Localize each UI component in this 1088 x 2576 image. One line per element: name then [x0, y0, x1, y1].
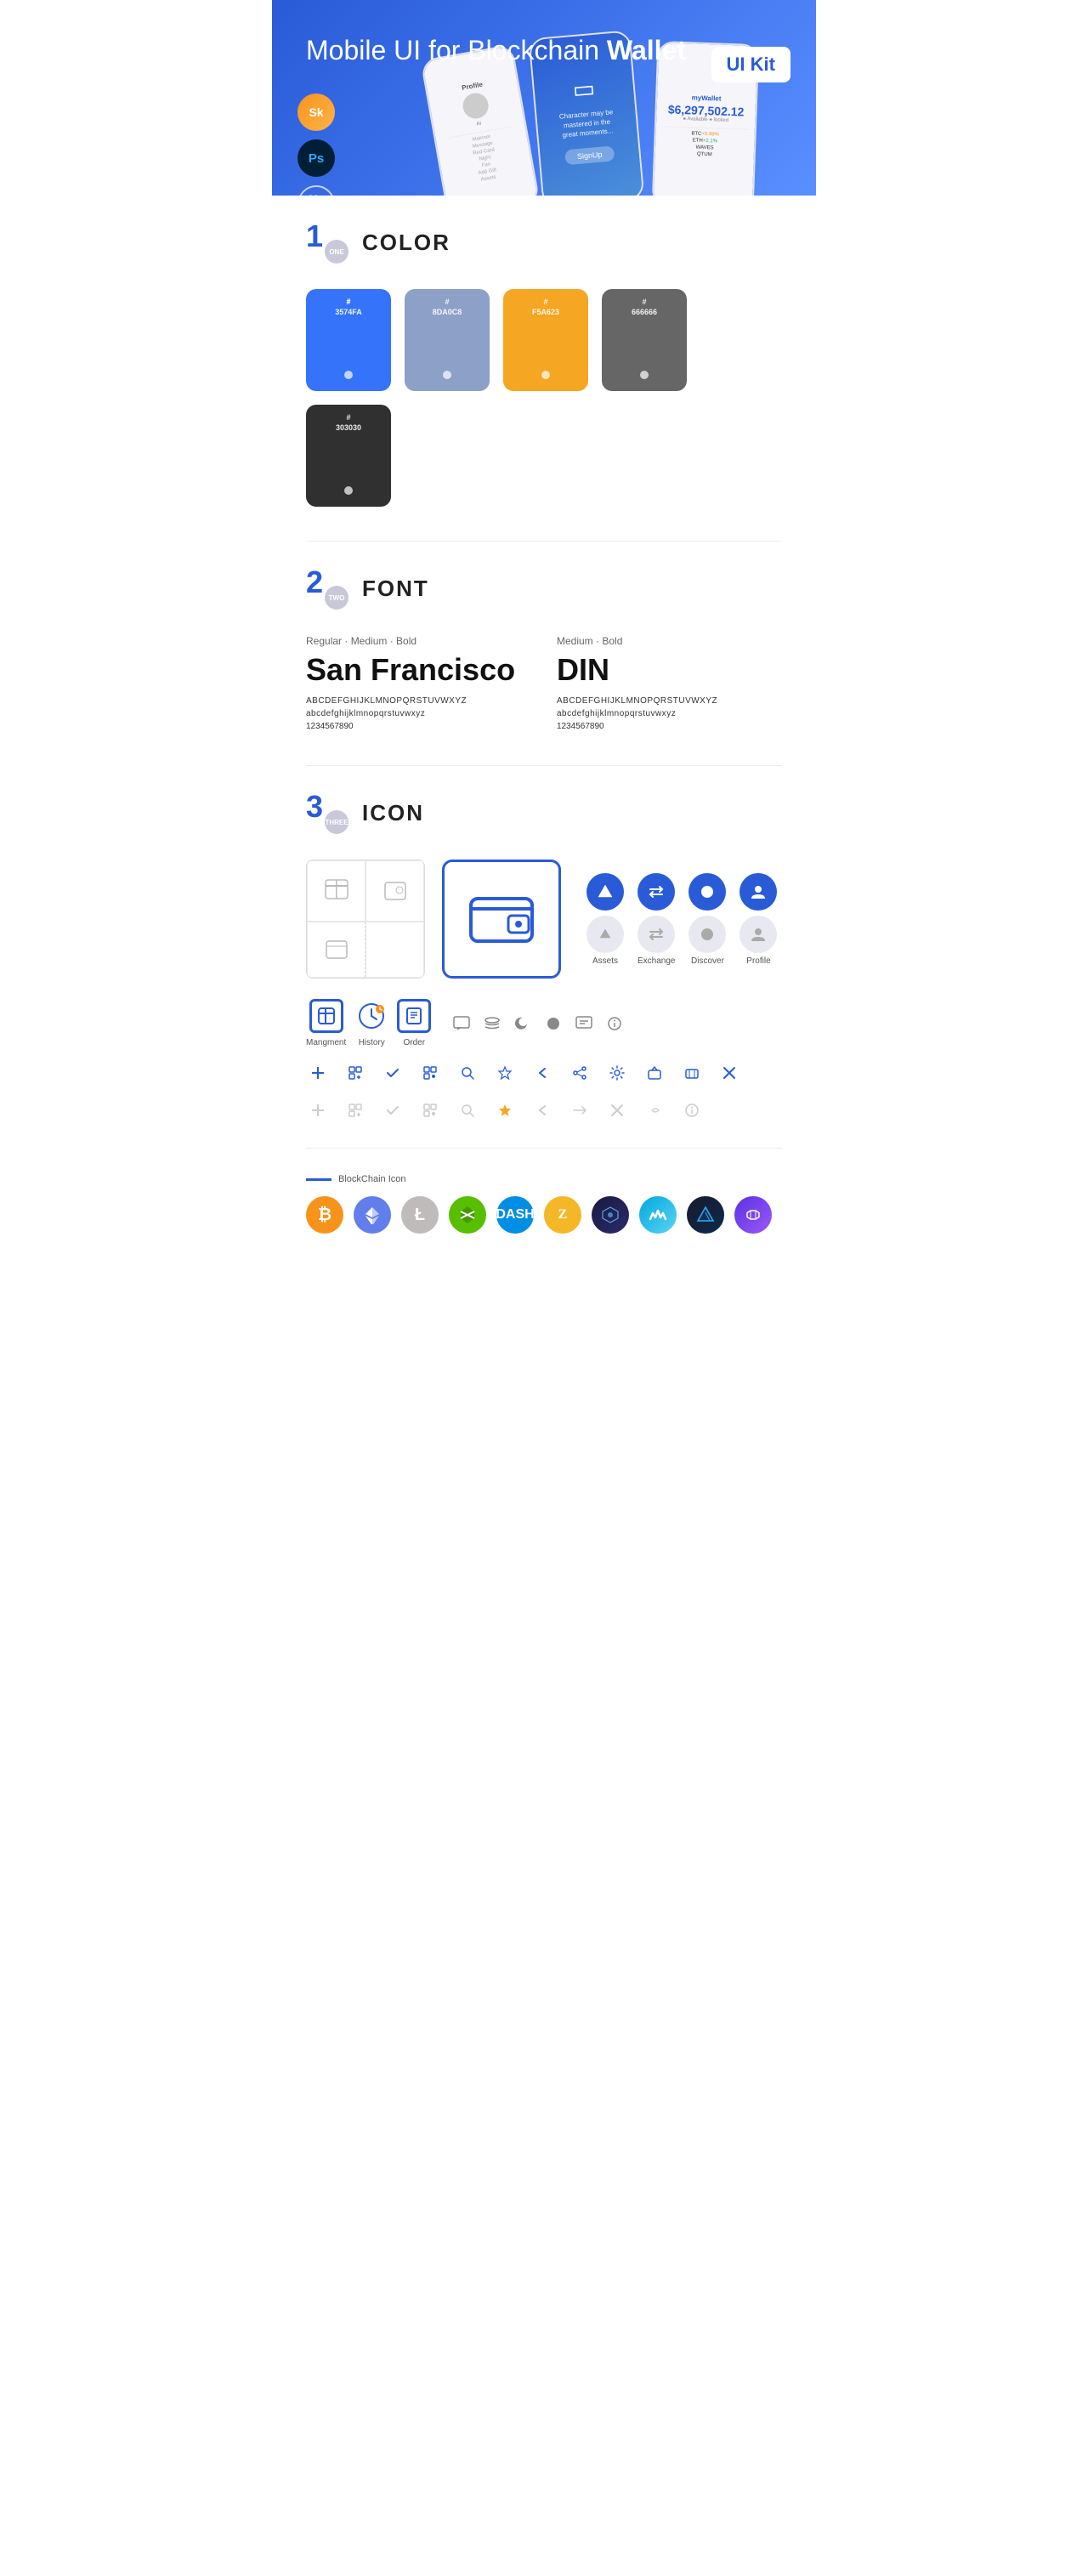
qr-code-icon [418, 1061, 442, 1085]
info-icon [603, 1012, 626, 1036]
neo-icon [449, 1196, 486, 1234]
main-content: 1 ONE COLOR # #3574FA #8DA0C8 #F [272, 196, 816, 1285]
nav-icons-group: Assets [586, 873, 777, 966]
circle-icon [541, 1012, 565, 1036]
assets-label: Assets [592, 956, 618, 966]
misc-icons-row [450, 1012, 626, 1036]
waves-icon [639, 1196, 677, 1234]
icon-cell-tl [307, 860, 366, 922]
chat-icon [572, 1012, 596, 1036]
section-num-3: 3 THREE [306, 792, 348, 834]
hero-section: Mobile UI for Blockchain Wallet UI Kit S… [272, 0, 816, 196]
zcash-icon: Z [544, 1196, 581, 1234]
resize-icon [680, 1061, 704, 1085]
color-section: 1 ONE COLOR # #3574FA #8DA0C8 #F [306, 221, 782, 507]
settings-icon [605, 1061, 629, 1085]
layers-icon [480, 1012, 504, 1036]
info-icon-faded [680, 1098, 704, 1122]
font-section-header: 2 TWO FONT [306, 567, 782, 610]
section-num-1: 1 ONE [306, 221, 348, 264]
arrows-icon-faded [568, 1098, 592, 1122]
tab-history: History [354, 999, 388, 1047]
icon-cell-br [366, 922, 424, 978]
star-icon-active [493, 1098, 517, 1122]
swatch-orange: #F5A623 [503, 289, 588, 391]
profile-label: Profile [746, 956, 770, 966]
nav-icon-profile: Profile [740, 873, 777, 966]
blockchain-label: BlockChain Icon [338, 1174, 406, 1184]
moon-icon [511, 1012, 535, 1036]
comment-icon [450, 1012, 473, 1036]
nav-icon-exchange: Exchange [638, 873, 675, 966]
history-label: History [359, 1038, 385, 1047]
icon-cell-tr [366, 860, 424, 922]
litecoin-icon: Ł [401, 1196, 439, 1234]
kyber-icon [687, 1196, 724, 1234]
check-icon [381, 1061, 405, 1085]
polygon-icon [734, 1196, 772, 1234]
section-num-2: 2 TWO [306, 567, 348, 610]
search-icon-faded [456, 1098, 479, 1122]
grid-add-icon-faded [343, 1098, 367, 1122]
grid-crypto-icon [592, 1196, 629, 1234]
font-san-francisco: Regular · Medium · Bold San Francisco AB… [306, 635, 531, 731]
wallet-icon-filled [442, 860, 561, 979]
search-icon [456, 1061, 479, 1085]
dash-icon: DASH [496, 1196, 534, 1234]
icon-section-header: 3 THREE ICON [306, 792, 782, 834]
font-section: 2 TWO FONT Regular · Medium · Bold San F… [306, 567, 782, 731]
font-grid: Regular · Medium · Bold San Francisco AB… [306, 635, 782, 731]
swatch-black: #303030 [306, 405, 391, 507]
icon-section: 3 THREE ICON [306, 792, 782, 1234]
discover-label: Discover [691, 956, 724, 966]
hero-tool-icons: Sk Ps 60+ Screens [298, 94, 335, 196]
check-icon-faded [381, 1098, 405, 1122]
photoshop-icon: Ps [298, 139, 335, 177]
phone-1: Profile AI Mainnet Message Red Card Nigh… [420, 44, 540, 196]
nav-icon-assets: Assets [586, 873, 624, 966]
swatch-blue: # #3574FA [306, 289, 391, 391]
sketch-icon: Sk [298, 94, 335, 131]
plus-icon [306, 1061, 330, 1085]
small-icons-row-1 [306, 1061, 782, 1085]
exchange-label: Exchange [638, 956, 675, 966]
order-label: Order [403, 1038, 425, 1047]
swatch-gray-blue: #8DA0C8 [405, 289, 490, 391]
star-icon [493, 1061, 517, 1085]
nav-icon-discover: Discover [688, 873, 726, 966]
icon-cell-bl [307, 922, 366, 978]
blockchain-line-decoration [306, 1178, 332, 1181]
management-label: Mangment [306, 1038, 346, 1047]
tab-icons-row: Mangment History [306, 999, 782, 1047]
blockchain-label-row: BlockChain Icon [306, 1174, 782, 1184]
grid-add-icon [343, 1061, 367, 1085]
font-din: Medium · Bold DIN ABCDEFGHIJKLMNOPQRSTUV… [557, 635, 782, 731]
plus-icon-faded [306, 1098, 330, 1122]
export-icon [643, 1061, 666, 1085]
wallet-icon-wireframe [306, 860, 425, 979]
icon-showcase-row: Assets [306, 860, 782, 979]
tab-management: Mangment [306, 999, 346, 1047]
chevron-left-icon [530, 1061, 554, 1085]
bitcoin-icon: ₿ [306, 1196, 343, 1234]
small-icons-row-2 [306, 1098, 782, 1122]
redo-faded [643, 1098, 666, 1122]
share-icon [568, 1061, 592, 1085]
close-icon [717, 1061, 741, 1085]
chevron-left-faded [530, 1098, 554, 1122]
hero-badge: UI Kit [711, 47, 790, 82]
color-section-header: 1 ONE COLOR [306, 221, 782, 264]
color-swatches-container: # #3574FA #8DA0C8 #F5A623 #6 [306, 289, 782, 507]
crypto-icons-row: ₿ Ł DASH Z [306, 1196, 782, 1234]
ethereum-icon [354, 1196, 391, 1234]
tab-order: Order [397, 999, 431, 1047]
screens-badge: 60+ Screens [298, 185, 335, 196]
x-icon-faded [605, 1098, 629, 1122]
swatch-dark-gray: #666666 [602, 289, 687, 391]
qr-icon-faded [418, 1098, 442, 1122]
